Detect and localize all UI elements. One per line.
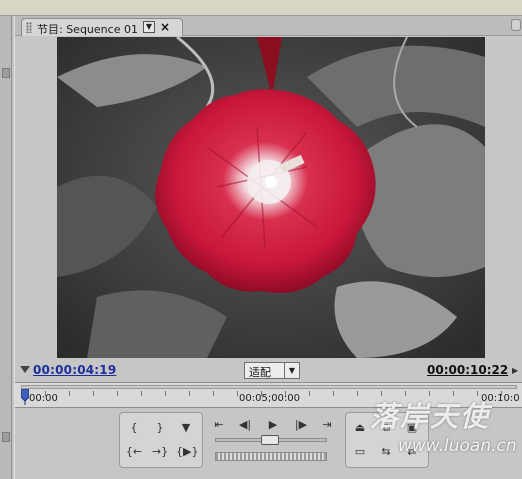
tab-program-sequence[interactable]: 节目: Sequence 01 ▼ × (21, 18, 183, 36)
play-in-to-out-icon[interactable]: {▶} (176, 443, 198, 461)
ruler-label-start: 00:00 (29, 393, 58, 404)
chevron-right-icon[interactable]: ▶ (512, 366, 518, 375)
scroll-up-icon[interactable] (2, 68, 10, 78)
current-timecode[interactable]: 00:00:04:19 (33, 363, 116, 377)
mark-out-icon[interactable]: } (150, 419, 170, 437)
fit-zoom-select[interactable]: 适配 ▼ (244, 362, 300, 379)
application-window: 节目: Sequence 01 ▼ × 00:00:04:19 适配 ▼ 00:… (0, 0, 522, 479)
video-preview[interactable] (57, 37, 485, 358)
go-to-in-icon[interactable]: {← (124, 443, 144, 461)
step-to-in-icon[interactable]: ⇤ (209, 416, 229, 434)
scroll-down-icon[interactable] (2, 432, 10, 442)
flower-frame-image (57, 37, 485, 358)
go-to-out-icon[interactable]: →} (150, 443, 170, 461)
lift-icon[interactable]: ⏏ (350, 419, 370, 437)
step-to-out-icon[interactable]: ⇥ (317, 416, 337, 434)
triangle-down-icon[interactable] (20, 366, 30, 373)
timecode-bar: 00:00:04:19 适配 ▼ 00:00:10:22 ▶ (15, 360, 522, 382)
step-forward-icon[interactable]: |▶ (291, 416, 311, 434)
play-icon[interactable]: ▶ (263, 416, 283, 434)
panel-tab-bar: 节目: Sequence 01 ▼ × (15, 16, 522, 36)
watermark-logo-text: 落岸天使 (370, 400, 491, 433)
marker-button-group: { } ▼ {← →} {▶} (119, 412, 203, 468)
watermark-url: www.luoan.cn (398, 436, 517, 456)
set-marker-icon[interactable]: ▼ (176, 419, 196, 437)
overlay-icon[interactable]: ⇆ (376, 443, 396, 461)
step-back-icon[interactable]: ◀| (235, 416, 255, 434)
panel-menu-icon[interactable] (511, 19, 521, 31)
close-icon[interactable]: × (160, 20, 170, 34)
playhead-icon[interactable] (21, 389, 29, 405)
ruler-label-mid: 00:05;00:00 (239, 393, 301, 404)
fit-select-label: 适配 (249, 366, 271, 379)
jog-dial[interactable] (215, 452, 327, 461)
mark-in-icon[interactable]: { (124, 419, 144, 437)
viewing-area-bar[interactable] (21, 385, 517, 389)
chevron-down-icon[interactable]: ▼ (284, 363, 299, 378)
drag-grip-icon[interactable] (26, 22, 32, 33)
triangle-down-icon[interactable]: ▼ (143, 21, 155, 33)
top-panel-edge (0, 0, 522, 16)
trim-icon[interactable]: ▭ (350, 443, 370, 461)
tab-title: 节目: Sequence 01 (37, 23, 138, 36)
shuttle-slider[interactable] (261, 435, 279, 445)
left-panel-gutter (0, 16, 12, 479)
duration-timecode: 00:00:10:22 (427, 363, 509, 377)
